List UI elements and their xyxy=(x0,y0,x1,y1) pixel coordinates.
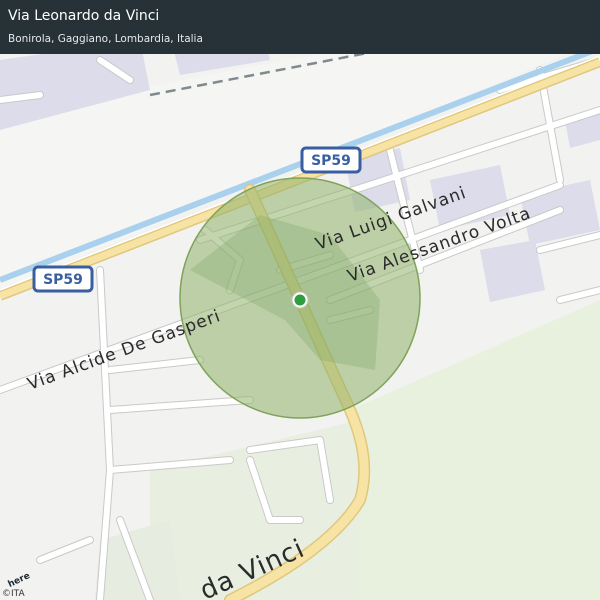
sp59-shield-label: SP59 xyxy=(311,153,351,169)
location-header: Via Leonardo da Vinci Bonirola, Gaggiano… xyxy=(0,0,600,54)
svg-text:here: here xyxy=(7,572,32,588)
here-logo-icon: here xyxy=(7,572,32,588)
sp59-shield-2[interactable]: SP59 xyxy=(32,265,94,293)
sp59-shield-label: SP59 xyxy=(43,272,83,288)
location-title: Via Leonardo da Vinci xyxy=(8,8,160,24)
location-subtitle: Bonirola, Gaggiano, Lombardia, Italia xyxy=(8,33,203,45)
sp59-shield-1[interactable]: SP59 xyxy=(300,146,362,174)
location-marker[interactable] xyxy=(294,294,306,306)
copyright-label: ©ITA xyxy=(2,589,25,599)
map-canvas[interactable]: SP59 SP59 Via Luigi Galvani Via Alessand… xyxy=(0,0,600,600)
